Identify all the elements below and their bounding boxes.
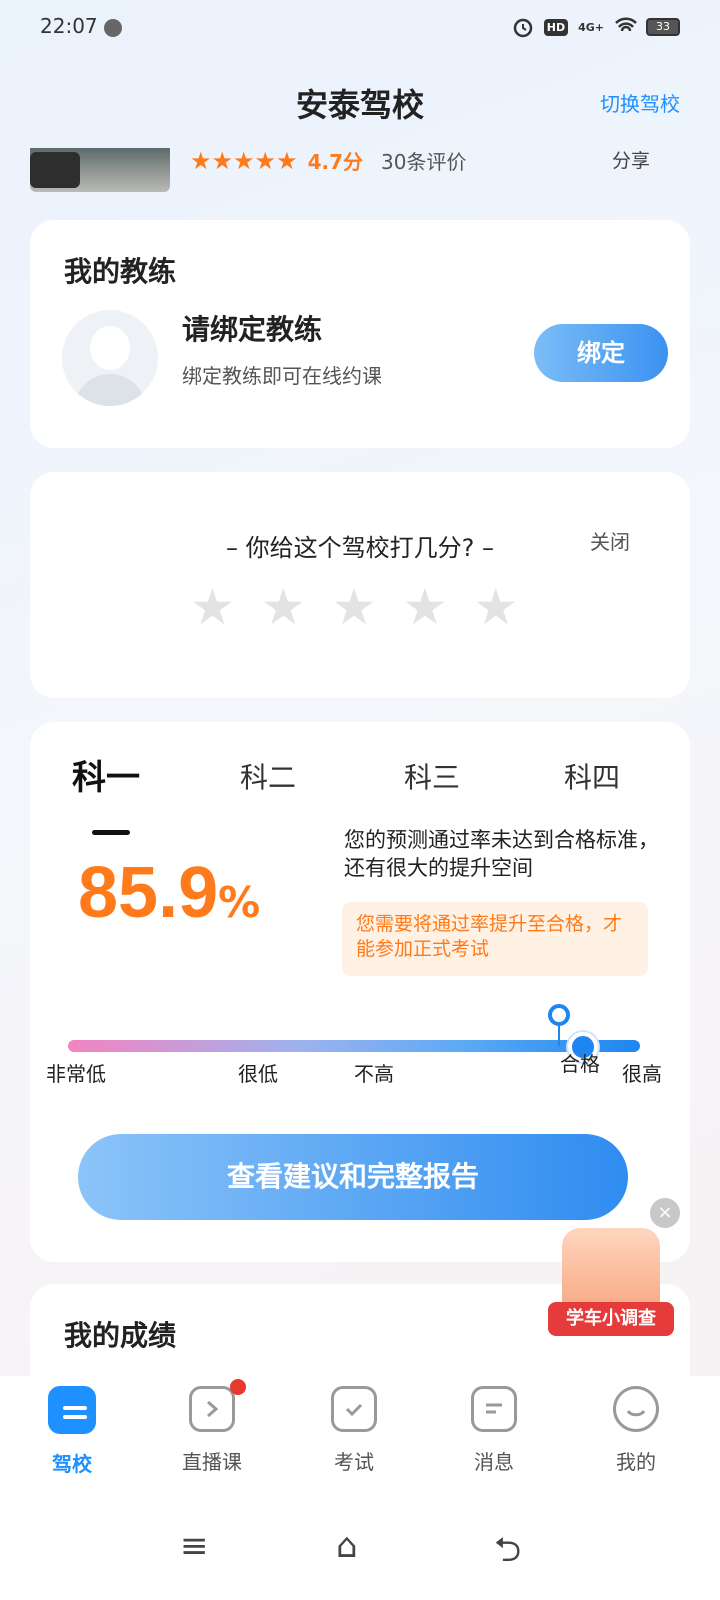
back-icon[interactable]: ⮌ — [494, 1526, 521, 1583]
tab-subject-1[interactable]: 科一 — [72, 750, 140, 799]
nav-live-class[interactable]: 直播课 — [152, 1379, 272, 1475]
share-button[interactable]: 分享 — [612, 146, 650, 173]
level-label: 很高 — [622, 1062, 662, 1086]
survey-label: 学车小调查 — [548, 1302, 674, 1336]
school-rating: ★★★★★ 4.7分 30条评价 — [190, 146, 466, 175]
coach-desc: 绑定教练即可在线约课 — [182, 364, 382, 388]
tab-subject-2[interactable]: 科二 — [240, 756, 296, 796]
avatar-head — [90, 326, 130, 370]
nav-label: 驾校 — [52, 1452, 92, 1476]
rating-stars: ★★★★★ — [190, 146, 298, 175]
coach-card: 我的教练 请绑定教练 绑定教练即可在线约课 绑定 — [30, 220, 690, 448]
nav-driving-school[interactable]: 驾校 — [12, 1386, 132, 1477]
rate-star-3[interactable]: ★ — [332, 582, 377, 632]
signal-icon: 4G+ — [578, 20, 604, 34]
nav-profile[interactable]: 我的 — [576, 1386, 696, 1475]
header: 安泰驾校 切换驾校 — [0, 74, 720, 134]
notification-dot — [230, 1379, 246, 1395]
exam-prediction-card: 科一 科二 科三 科四 85.9% 您的预测通过率未达到合格标准，还有很大的提升… — [30, 722, 690, 1262]
subject-tabs: 科一 科二 科三 科四 — [30, 750, 690, 835]
avatar — [62, 310, 158, 406]
alarm-icon — [512, 16, 534, 38]
message-icon — [471, 1386, 517, 1432]
tv-icon — [189, 1379, 246, 1432]
bind-coach-button[interactable]: 绑定 — [534, 324, 668, 382]
pass-rate-unit: % — [218, 878, 261, 927]
pass-rate-warning: 您需要将通过率提升至合格，才能参加正式考试 — [342, 902, 648, 976]
rate-star-1[interactable]: ★ — [190, 582, 235, 632]
nav-label: 直播课 — [182, 1450, 242, 1474]
menu-icon[interactable]: ≡ — [180, 1526, 209, 1566]
pass-rate-message: 您的预测通过率未达到合格标准，还有很大的提升空间 — [344, 828, 659, 880]
folder-check-icon — [331, 1386, 377, 1432]
tab-subject-4[interactable]: 科四 — [564, 756, 620, 796]
coach-name: 请绑定教练 — [182, 313, 323, 346]
rate-school-card: – 你给这个驾校打几分? – 关闭 ★ ★ ★ ★ ★ — [30, 472, 690, 698]
level-label: 合格 — [560, 1052, 600, 1076]
wifi-icon — [614, 16, 637, 38]
survey-badge[interactable]: 学车小调查 — [548, 1228, 674, 1340]
school-photo[interactable] — [30, 148, 170, 192]
level-label: 很低 — [238, 1062, 278, 1086]
status-icons: HD 4G+ 33 — [512, 16, 680, 38]
recording-icon — [104, 19, 122, 37]
pass-rate-value: 85.9 — [78, 853, 219, 933]
bottom-nav: 驾校 直播课 考试 消息 我的 — [0, 1376, 720, 1486]
view-report-button[interactable]: 查看建议和完整报告 — [78, 1134, 628, 1220]
switch-school-link[interactable]: 切换驾校 — [600, 88, 680, 117]
pass-threshold-line — [558, 1024, 560, 1046]
status-bar: 22:07 HD 4G+ 33 — [0, 0, 720, 56]
tab-subject-3[interactable]: 科三 — [404, 756, 460, 796]
home-icon[interactable]: ⌂ — [336, 1526, 358, 1566]
rate-star-5[interactable]: ★ — [473, 582, 518, 632]
status-time: 22:07 — [40, 14, 98, 38]
nav-label: 消息 — [474, 1450, 514, 1474]
rating-score: 4.7分 — [307, 150, 364, 174]
review-count[interactable]: 30条评价 — [381, 146, 466, 175]
nav-exam[interactable]: 考试 — [294, 1386, 414, 1475]
rate-star-4[interactable]: ★ — [402, 582, 447, 632]
pass-threshold-marker — [548, 1004, 570, 1026]
close-rate-button[interactable]: 关闭 — [590, 526, 630, 555]
nav-label: 考试 — [334, 1450, 374, 1474]
coach-heading: 我的教练 — [64, 255, 177, 288]
close-survey-button[interactable]: × — [650, 1198, 680, 1228]
scores-heading: 我的成绩 — [64, 1319, 177, 1352]
rate-stars: ★ ★ ★ ★ ★ — [190, 582, 518, 632]
smile-icon — [613, 1386, 659, 1432]
nav-messages[interactable]: 消息 — [434, 1386, 554, 1475]
nav-label: 我的 — [616, 1450, 656, 1474]
car-image — [30, 152, 80, 188]
hd-icon: HD — [543, 18, 569, 36]
system-nav-bar: ≡ ⌂ ⮌ — [0, 1486, 720, 1600]
battery-icon: 33 — [646, 18, 680, 36]
school-info: ★★★★★ 4.7分 30条评价 分享 — [0, 140, 720, 200]
tab-underline — [92, 830, 130, 835]
level-label: 不高 — [354, 1062, 394, 1086]
avatar-body — [74, 374, 146, 406]
school-icon — [48, 1386, 96, 1434]
pass-rate-bar — [68, 1040, 640, 1052]
pass-rate: 85.9% — [78, 852, 260, 934]
level-label: 非常低 — [46, 1062, 106, 1086]
rate-star-2[interactable]: ★ — [261, 582, 306, 632]
